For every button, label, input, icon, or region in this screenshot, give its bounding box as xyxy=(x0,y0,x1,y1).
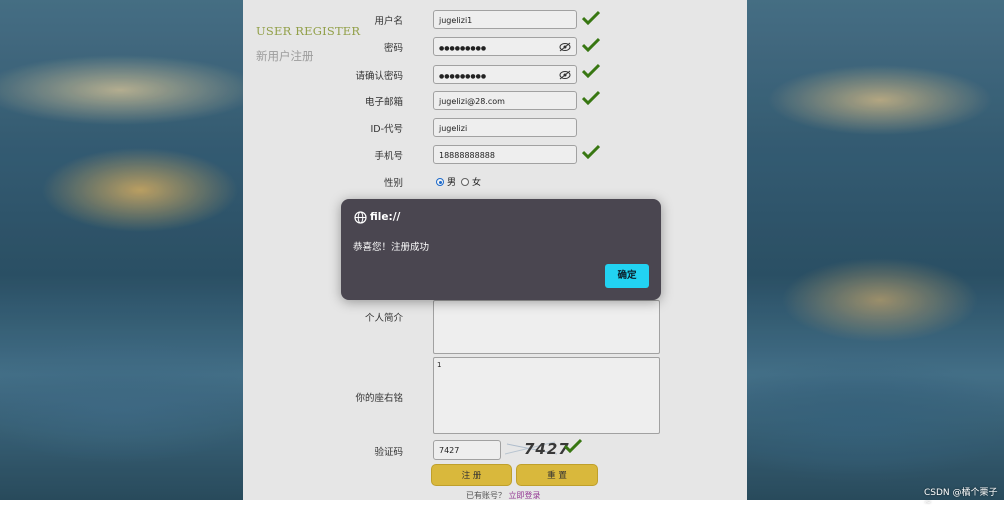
dialog-ok-button[interactable]: 确定 xyxy=(605,264,649,288)
watermark: CSDN @橘个栗子~ xyxy=(924,488,998,508)
dialog-message: 恭喜您！注册成功 xyxy=(353,242,430,253)
globe-icon xyxy=(354,211,367,224)
alert-dialog: file:// 恭喜您！注册成功 确定 xyxy=(341,199,661,300)
dialog-title: file:// xyxy=(370,211,401,223)
